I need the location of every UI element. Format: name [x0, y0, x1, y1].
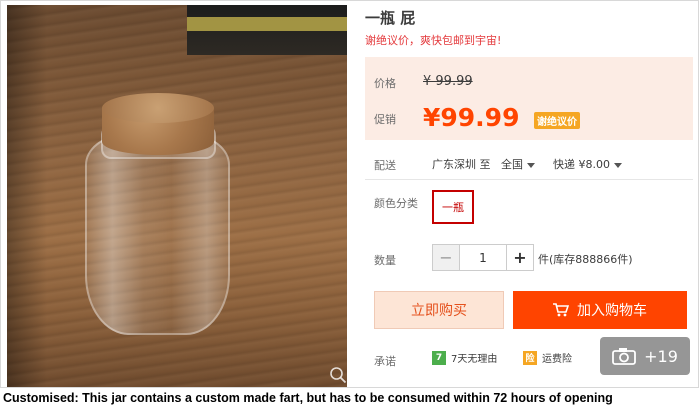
camera-icon	[612, 348, 637, 365]
divider	[365, 179, 693, 180]
chevron-down-icon	[614, 162, 622, 168]
cart-icon	[553, 303, 569, 317]
promise-label: 承诺	[374, 355, 396, 368]
shipping-destination-select[interactable]: 全国	[501, 156, 535, 172]
cork-top	[102, 93, 214, 123]
add-to-cart-label: 加入购物车	[577, 303, 647, 319]
promise-item-returns[interactable]: 7 7天无理由	[432, 350, 497, 365]
price-box	[365, 57, 693, 140]
more-photos-button[interactable]: +19	[600, 337, 690, 375]
product-title: 一瓶 屁	[365, 9, 416, 27]
image-caption: Customised: This jar contains a custom m…	[3, 391, 613, 405]
shipping-label: 配送	[374, 159, 396, 172]
price-label: 价格	[374, 77, 396, 90]
quantity-input[interactable]: 1	[459, 245, 507, 270]
promo-price: ¥99.99	[423, 103, 520, 132]
shipping-insurance-icon: 险	[523, 350, 537, 365]
quantity-label: 数量	[374, 254, 396, 267]
shipping-destination: 全国	[501, 158, 523, 171]
color-option-selected[interactable]: 一瓶	[432, 190, 474, 224]
buy-now-label: 立即购买	[411, 303, 467, 319]
quantity-decrease-button[interactable]: −	[433, 245, 459, 270]
product-frame: 一瓶 屁 谢绝议价，爽快包邮到宇宙! 价格 ¥ 99.99 促销 ¥99.99 …	[0, 0, 699, 388]
add-to-cart-button[interactable]: 加入购物车	[513, 291, 687, 329]
product-detail-panel: 一瓶 屁 谢绝议价，爽快包邮到宇宙! 价格 ¥ 99.99 促销 ¥99.99 …	[357, 1, 698, 387]
no-bargain-badge: 谢绝议价	[534, 112, 580, 129]
shipping-method: 快递 ¥8.00	[553, 158, 610, 171]
original-price: ¥ 99.99	[423, 74, 473, 89]
quantity-increase-button[interactable]: +	[507, 245, 533, 270]
more-photos-count: +19	[644, 346, 678, 366]
color-label: 颜色分类	[374, 197, 418, 210]
color-option-label: 一瓶	[442, 201, 464, 214]
chevron-down-icon	[527, 162, 535, 168]
zoom-icon[interactable]	[329, 366, 347, 384]
seven-day-return-icon: 7	[432, 350, 446, 365]
promo-label: 促销	[374, 113, 396, 126]
shipping-origin: 广东深圳 至	[432, 158, 491, 171]
shipping-method-select[interactable]: 快递 ¥8.00	[553, 156, 622, 172]
photo-vignette	[7, 5, 47, 387]
promise-item-label: 运费险	[542, 354, 572, 365]
promise-item-label: 7天无理由	[451, 354, 498, 365]
glass-jar	[85, 135, 230, 335]
promise-item-shipping-insurance[interactable]: 险 运费险	[523, 350, 572, 365]
buy-now-button[interactable]: 立即购买	[374, 291, 504, 329]
stock-count: 件(库存888866件)	[538, 253, 633, 266]
quantity-stepper: − 1 +	[432, 244, 534, 271]
product-photo[interactable]	[7, 5, 347, 387]
product-subtitle: 谢绝议价，爽快包邮到宇宙!	[365, 34, 502, 47]
background-book-spine	[187, 17, 347, 31]
